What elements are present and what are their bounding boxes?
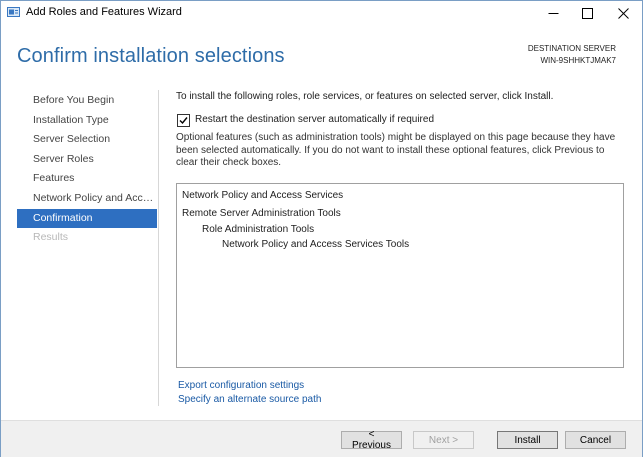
page-title: Confirm installation selections xyxy=(17,45,285,67)
previous-button[interactable]: < Previous xyxy=(341,429,402,451)
next-button: Next > xyxy=(413,431,474,449)
nav-item-server-roles[interactable]: Server Roles xyxy=(17,150,157,170)
cancel-button[interactable]: Cancel xyxy=(565,431,626,449)
list-item: Network Policy and Access Services xyxy=(182,190,344,201)
nav-item-before-you-begin[interactable]: Before You Begin xyxy=(17,91,157,111)
destination-server-name: WIN-9SHHKTJMAK7 xyxy=(540,56,616,65)
nav-divider xyxy=(158,90,159,406)
minimize-icon xyxy=(548,12,558,14)
intro-text: To install the following roles, role ser… xyxy=(176,91,554,102)
install-button[interactable]: Install xyxy=(497,431,558,449)
nav-item-server-selection[interactable]: Server Selection xyxy=(17,130,157,150)
list-item: Remote Server Administration Tools xyxy=(182,208,341,219)
wizard-window: Add Roles and Features Wizard Confirm in… xyxy=(0,0,643,459)
maximize-icon xyxy=(581,7,593,19)
nav-item-network-policy[interactable]: Network Policy and Acces... xyxy=(17,189,157,209)
server-manager-icon xyxy=(7,7,20,17)
alternate-source-link[interactable]: Specify an alternate source path xyxy=(178,394,321,405)
optional-features-note: Optional features (such as administratio… xyxy=(176,132,616,169)
nav-item-features[interactable]: Features xyxy=(17,169,157,189)
title-bar[interactable]: Add Roles and Features Wizard xyxy=(1,1,642,25)
list-item: Role Administration Tools xyxy=(202,224,315,235)
restart-checkbox[interactable] xyxy=(177,114,190,127)
wizard-nav: Before You Begin Installation Type Serve… xyxy=(17,91,157,248)
close-button[interactable] xyxy=(603,1,642,25)
destination-server-label: DESTINATION SERVER xyxy=(527,44,616,53)
selections-list[interactable]: Network Policy and Access Services Remot… xyxy=(176,183,624,368)
export-configuration-link[interactable]: Export configuration settings xyxy=(178,380,304,391)
checkmark-icon xyxy=(179,117,188,125)
nav-item-confirmation[interactable]: Confirmation xyxy=(17,208,157,229)
nav-item-installation-type[interactable]: Installation Type xyxy=(17,111,157,131)
restart-checkbox-label[interactable]: Restart the destination server automatic… xyxy=(195,114,434,125)
close-icon xyxy=(617,7,629,19)
list-item: Network Policy and Access Services Tools xyxy=(222,239,410,250)
nav-item-results: Results xyxy=(33,231,69,244)
window-title: Add Roles and Features Wizard xyxy=(26,6,182,18)
maximize-button[interactable] xyxy=(567,1,607,25)
